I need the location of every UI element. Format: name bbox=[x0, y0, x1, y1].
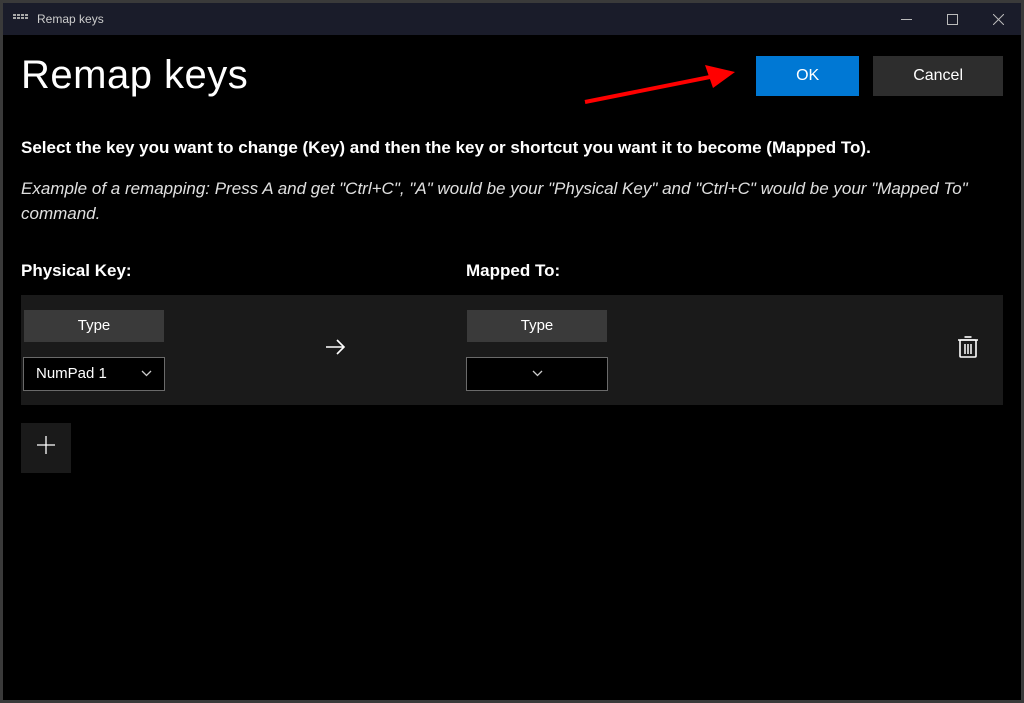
mapped-type-button[interactable]: Type bbox=[466, 309, 608, 343]
trash-icon[interactable] bbox=[957, 335, 979, 364]
physical-key-dropdown[interactable]: NumPad 1 bbox=[23, 357, 165, 391]
minimize-button[interactable] bbox=[883, 3, 929, 35]
titlebar-left: Remap keys bbox=[13, 12, 104, 26]
content: Remap keys OK Cancel Select the key you … bbox=[3, 35, 1021, 491]
cancel-button[interactable]: Cancel bbox=[873, 56, 1003, 96]
maximize-button[interactable] bbox=[929, 3, 975, 35]
physical-key-value: NumPad 1 bbox=[36, 365, 107, 382]
close-button[interactable] bbox=[975, 3, 1021, 35]
mapped-to-header: Mapped To: bbox=[466, 261, 560, 281]
arrow-right-icon bbox=[323, 334, 349, 365]
physical-key-column: Type NumPad 1 bbox=[21, 309, 301, 391]
plus-icon bbox=[36, 434, 56, 462]
mapped-key-dropdown[interactable] bbox=[466, 357, 608, 391]
titlebar-controls bbox=[883, 3, 1021, 35]
header-row: Remap keys OK Cancel bbox=[21, 53, 1003, 98]
physical-key-header: Physical Key: bbox=[21, 261, 466, 281]
add-mapping-button[interactable] bbox=[21, 423, 71, 473]
chevron-down-icon bbox=[141, 368, 152, 380]
column-headers: Physical Key: Mapped To: bbox=[21, 261, 1003, 281]
keyboard-icon bbox=[13, 14, 29, 24]
page-title: Remap keys bbox=[21, 53, 248, 98]
instruction-text: Select the key you want to change (Key) … bbox=[21, 136, 1003, 160]
ok-button[interactable]: OK bbox=[756, 56, 859, 96]
mapping-row: Type NumPad 1 Type bbox=[21, 295, 1003, 405]
arrow-column bbox=[301, 334, 466, 365]
titlebar: Remap keys bbox=[3, 3, 1021, 35]
window-title: Remap keys bbox=[37, 12, 104, 26]
delete-column bbox=[886, 335, 1003, 364]
physical-type-button[interactable]: Type bbox=[23, 309, 165, 343]
mapped-to-column: Type bbox=[466, 309, 886, 391]
header-buttons: OK Cancel bbox=[756, 56, 1003, 96]
chevron-down-icon bbox=[532, 368, 543, 380]
example-text: Example of a remapping: Press A and get … bbox=[21, 176, 1003, 227]
